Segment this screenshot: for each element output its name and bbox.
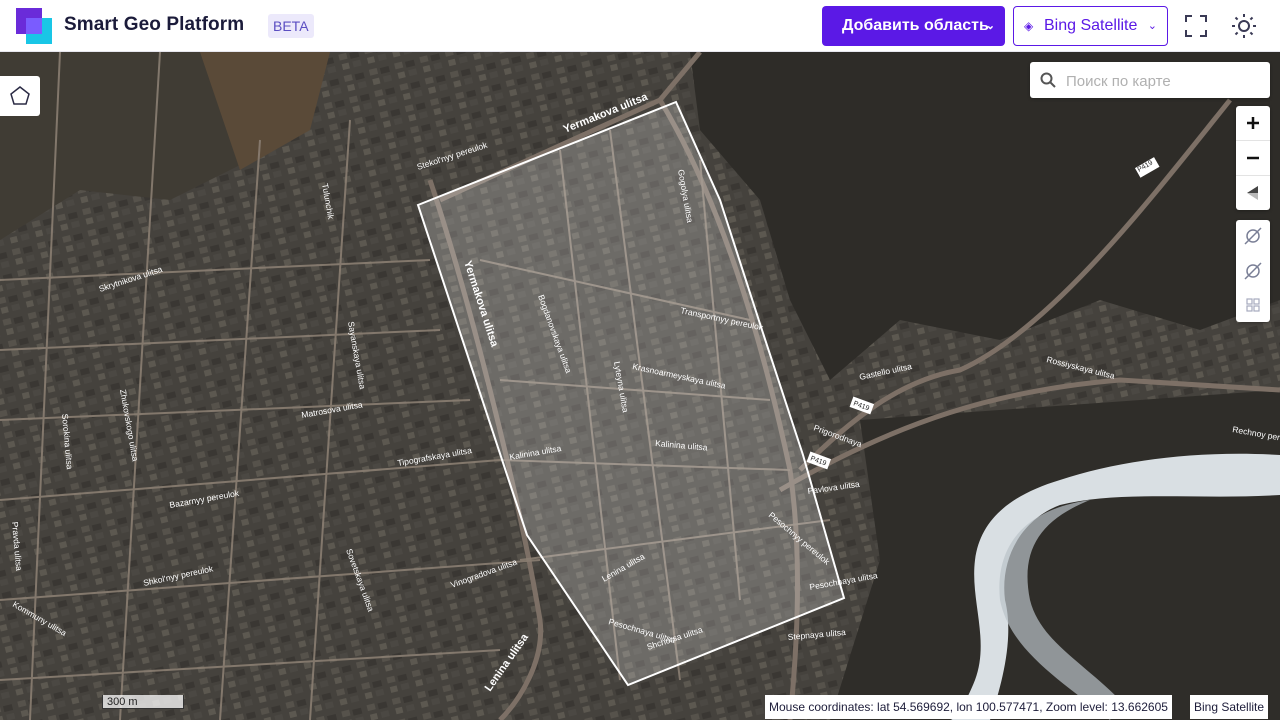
compass-icon — [1247, 186, 1258, 200]
grid-icon — [1246, 298, 1260, 312]
layers-icon: ◈ — [1024, 19, 1034, 33]
search-icon — [1040, 72, 1056, 88]
add-area-label: Добавить область — [842, 17, 989, 34]
map-search-input[interactable] — [1064, 68, 1264, 94]
beta-badge: BETA — [268, 14, 314, 38]
zoom-out-button[interactable] — [1236, 141, 1270, 175]
plus-icon — [1247, 117, 1259, 129]
map-search — [1030, 62, 1270, 98]
map-tools — [1236, 220, 1270, 322]
zoom-in-button[interactable] — [1236, 106, 1270, 140]
add-area-button[interactable]: Добавить область ⌄ — [822, 6, 1005, 46]
theme-toggle-sun-icon[interactable] — [1230, 12, 1258, 40]
basemap-select-value: Bing Satellite — [1044, 17, 1138, 34]
scale-bar: 300 m — [102, 695, 184, 709]
zoom-controls — [1236, 106, 1270, 210]
hide-markers-button[interactable] — [1236, 254, 1270, 288]
grid-button[interactable] — [1236, 288, 1270, 322]
draw-polygon-button[interactable] — [0, 76, 40, 116]
polygon-icon — [10, 86, 30, 105]
basemap-select[interactable]: ◈ Bing Satellite ⌄ — [1013, 6, 1168, 46]
app-title: Smart Geo Platform — [64, 14, 245, 35]
hide-area-button[interactable] — [1236, 220, 1270, 254]
app-logo[interactable] — [16, 8, 52, 44]
minus-icon — [1247, 156, 1259, 160]
mouse-coordinates: Mouse coordinates: lat 54.569692, lon 10… — [765, 695, 1172, 719]
map-attribution: Bing Satellite — [1190, 695, 1269, 719]
fullscreen-icon[interactable] — [1182, 12, 1210, 40]
area-off-icon — [1244, 227, 1262, 245]
app-header: Smart Geo Platform BETA Добавить область… — [0, 0, 1280, 52]
satellite-map[interactable]: Yermakova ulitsa Yermakova ulitsa Stekol… — [0, 52, 1280, 720]
marker-off-icon — [1244, 262, 1262, 280]
map-imagery: Yermakova ulitsa Yermakova ulitsa Stekol… — [0, 52, 1280, 720]
reset-bearing-button[interactable] — [1236, 176, 1270, 210]
chevron-down-icon: ⌄ — [1147, 20, 1157, 32]
chevron-down-icon: ⌄ — [985, 20, 995, 32]
